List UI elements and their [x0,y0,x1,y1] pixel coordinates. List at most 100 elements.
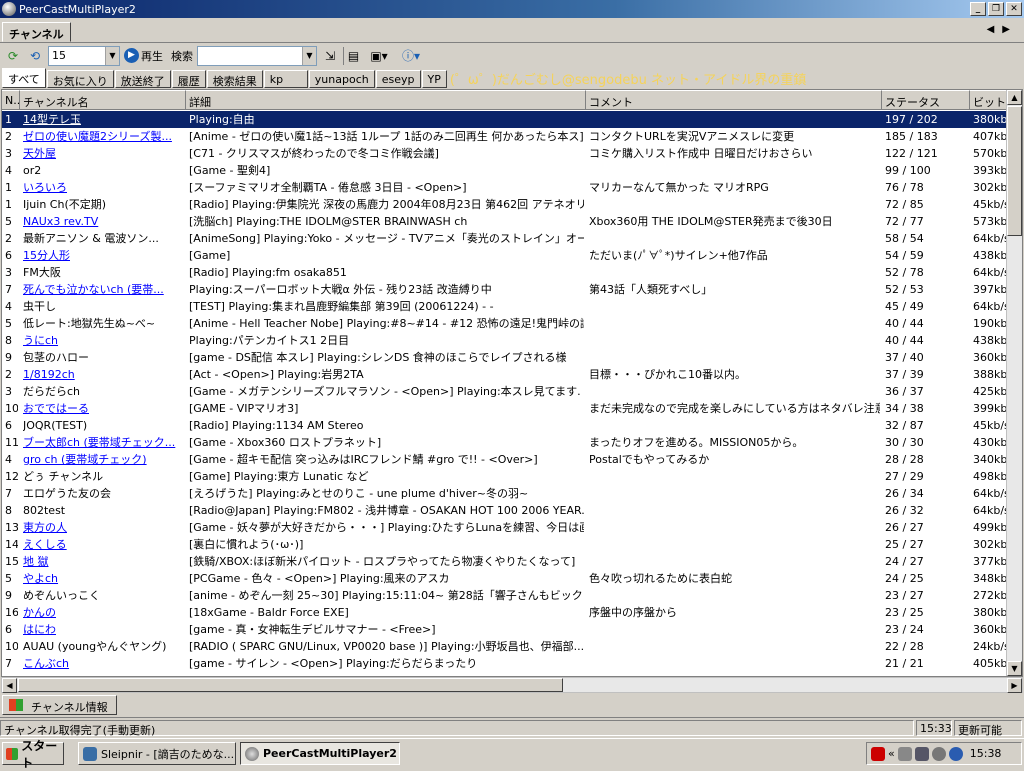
table-row[interactable]: 9 包茎のハロー [game - DS配信 本スレ] Playing:シレンDS 食… [2,349,1010,366]
table-row[interactable]: 5 低レート:地獄先生ぬ~べ~ [Anime - Hell Teacher Nobe… [2,315,1010,332]
tab-channel[interactable]: チャンネル [2,22,71,42]
start-button[interactable]: スタート [2,739,64,770]
filter-tab-eseyp[interactable]: eseyp [375,70,421,88]
table-row[interactable]: 16 かんの [18xGame - Baldr Force EXE] 序盤中の序盤から… [2,604,1010,621]
acrobat-icon[interactable] [871,746,885,761]
cell-name[interactable]: gro ch (要帯域チェック) [23,451,184,468]
table-row[interactable]: 4 or2 [Game - 聖剣4] 99 / 100 393kb/ [2,162,1010,179]
cell-name[interactable]: はにわ [23,621,184,638]
tray-app-icon-2[interactable] [948,746,963,761]
table-row[interactable]: 10 AUAU (youngやんぐヤング) [RADIO ( SPARC GNU/L… [2,638,1010,655]
cell-name[interactable]: こんぶch [23,655,184,672]
table-row[interactable]: 11 ブー太郎ch (要帯域チェック... [Game - Xbox360 ロストプ… [2,434,1010,451]
chevron-down-icon[interactable]: ▼ [302,46,316,65]
table-row[interactable]: 4 gro ch (要帯域チェック) [Game - 超キモ配信 突っ込みはIRCフ… [2,451,1010,468]
cell-name[interactable]: ブー太郎ch (要帯域チェック... [23,434,184,451]
table-row[interactable]: 2 最新アニソン & 電波ソン... [AnimeSong] Playing:Yok… [2,230,1010,247]
filter-tab-yp[interactable]: YP [421,70,447,88]
auto-refresh-icon[interactable]: ⟲ [26,47,44,65]
task-peercast[interactable]: PeerCastMultiPlayer2 [240,742,400,765]
scroll-down-icon[interactable]: ▼ [1007,661,1022,676]
table-row[interactable]: 13 東方の人 [Game - 妖々夢が大好きだから・・・] Playing:ひたす… [2,519,1010,536]
filter-tab-all[interactable]: すべて [2,68,46,88]
minimize-button[interactable]: _ [970,2,986,16]
maximize-button[interactable]: ❐ [988,2,1004,16]
vertical-scrollbar[interactable]: ▲ ▼ [1006,90,1022,676]
table-row[interactable]: 2 1/8192ch [Act - <Open>] Playing:岩男2TA 目標・… [2,366,1010,383]
tray-app-icon[interactable] [931,746,946,761]
table-row[interactable]: 3 だらだらch [Game - メガテンシリーズフルマラソン - <Open>] … [2,383,1010,400]
table-row[interactable]: 15 地 獄 [鉄騎/XBOX:ほぼ新米パイロット - ロスプラやってたら物凄くやり… [2,553,1010,570]
table-row[interactable]: 8 802test [Radio@Japan] Playing:FM802 - 浅井… [2,502,1010,519]
table-row[interactable]: 2 ゼロの使い魔題2シリーズ製... [Anime - ゼロの使い魔1話~13話 1… [2,128,1010,145]
channel-info-tab[interactable]: チャンネル情報 [2,695,117,715]
table-row[interactable]: 5 NAUx3 rev.TV [洗脳ch] Playing:THE IDOLM@ST… [2,213,1010,230]
search-input[interactable]: ▼ [197,45,317,66]
vertical-scroll-thumb[interactable] [1007,106,1022,236]
tab-scroll-arrows[interactable]: ◀▶ [987,24,1018,35]
export-icon[interactable]: ▤ [343,46,361,65]
cell-name[interactable]: 地 獄 [23,553,184,570]
network-icon[interactable] [914,746,929,761]
scroll-up-icon[interactable]: ▲ [1007,90,1022,105]
cell-name[interactable]: 1/8192ch [23,366,184,383]
table-row[interactable]: 8 うにch Playing:パテンカイトス1 2日目 40 / 44 438kb/ [2,332,1010,349]
column-header[interactable]: N... [2,90,20,110]
table-row[interactable]: 12 どぅ チャンネル [Game] Playing:東方 Lunatic など 27… [2,468,1010,485]
view-icon[interactable]: ▣▾ [365,47,393,65]
cell-name[interactable]: NAUx3 rev.TV [23,213,184,230]
table-row[interactable]: 1 Ijuin Ch(不定期) [Radio] Playing:伊集院光 深夜の馬鹿… [2,196,1010,213]
cell-name[interactable]: ゼロの使い魔題2シリーズ製... [23,128,184,145]
table-row[interactable]: 4 虫干し [TEST] Playing:集まれ昌鹿野編集部 第39回 (20061… [2,298,1010,315]
table-row[interactable]: 7 死んでも泣かないch (要帯... Playing:スーパーロボット大戦α 外伝… [2,281,1010,298]
table-row[interactable]: 7 こんぶch [game - サイレン - <Open>] Playing:だらだ… [2,655,1010,672]
table-row[interactable]: 1 いろいろ [スーファミマリオ全制覇TA - 倦怠感 3日目 - <Open>] マ… [2,179,1010,196]
column-header[interactable]: ステータス [882,90,970,110]
column-header[interactable]: コメント [586,90,882,110]
horizontal-scroll-thumb[interactable] [18,678,563,692]
refresh-icon[interactable]: ⟳ [4,47,22,65]
search-go-icon[interactable]: ⇲ [321,47,339,65]
filter-tab-kp[interactable]: kp [263,70,308,88]
cell-name[interactable]: かんの [23,604,184,621]
horizontal-scrollbar[interactable]: ◀ ▶ [1,677,1023,693]
cell-name[interactable]: やよch [23,570,184,587]
table-row[interactable]: 6 JOQR(TEST) [Radio] Playing:1134 AM Stere… [2,417,1010,434]
tray-expand-icon[interactable]: « [888,747,895,760]
table-row[interactable]: 6 はにわ [game - 真・女神転生デビルサマナー - <Free>] 23 / … [2,621,1010,638]
table-row[interactable]: 14 えくしる [裏白に慣れよう(･ω･)] 25 / 27 302kb/ [2,536,1010,553]
filter-tab-ended[interactable]: 放送終了 [114,70,171,88]
volume-icon[interactable] [897,746,912,761]
table-row[interactable]: 9 めぞんいっこく [anime - めぞん一刻 25~30] Playing:15… [2,587,1010,604]
table-row[interactable]: 7 エロゲうた友の会 [えろげうた] Playing:みとせのりこ - une pl… [2,485,1010,502]
info-icon[interactable]: ⓘ▾ [397,47,425,65]
cell-name[interactable]: おでではーる [23,400,184,417]
cell-name[interactable]: 天外屋 [23,145,184,162]
filter-tab-search-results[interactable]: 検索結果 [206,70,263,88]
cell-name[interactable]: 東方の人 [23,519,184,536]
cell-name[interactable]: 14型テレ玉 [23,111,184,128]
scroll-left-icon[interactable]: ◀ [2,678,17,693]
cell-name[interactable]: 15分人形 [23,247,184,264]
table-row[interactable]: 3 FM大阪 [Radio] Playing:fm osaka851 52 / 78 6… [2,264,1010,281]
column-header[interactable]: ビットレ... [970,90,1010,110]
cell-name[interactable]: いろいろ [23,179,184,196]
table-row[interactable]: 5 やよch [PCGame - 色々 - <Open>] Playing:風来のア… [2,570,1010,587]
table-row[interactable]: 10 おでではーる [GAME - VIPマリオ3] まだ未完成なので完成を楽しみにし… [2,400,1010,417]
count-select[interactable]: 15 ▼ [48,45,120,66]
close-button[interactable]: ✕ [1006,2,1022,16]
column-header[interactable]: チャンネル名 [20,90,186,110]
column-header[interactable]: 詳細 [186,90,586,110]
filter-tab-history[interactable]: 履歴 [171,70,206,88]
filter-tab-favorites[interactable]: お気に入り [46,70,114,88]
task-sleipnir[interactable]: Sleipnir - [謫吉のためな... [78,742,236,765]
cell-name[interactable]: えくしる [23,536,184,553]
cell-name[interactable]: 死んでも泣かないch (要帯... [23,281,184,298]
table-row[interactable]: 3 天外屋 [C71 - クリスマスが終わったので冬コミ作戦会議] コミケ購入リスト作… [2,145,1010,162]
cell-name[interactable]: うにch [23,332,184,349]
chevron-down-icon[interactable]: ▼ [105,46,119,65]
scroll-right-icon[interactable]: ▶ [1007,678,1022,693]
play-button[interactable]: ▶ 再生 [124,48,163,64]
table-row[interactable]: 6 15分人形 [Game] ただいま(ﾉﾟ∀ﾟ*)サイレン+他7作品 54 / 59 4… [2,247,1010,264]
filter-tab-yunapoch[interactable]: yunapoch [308,70,375,88]
